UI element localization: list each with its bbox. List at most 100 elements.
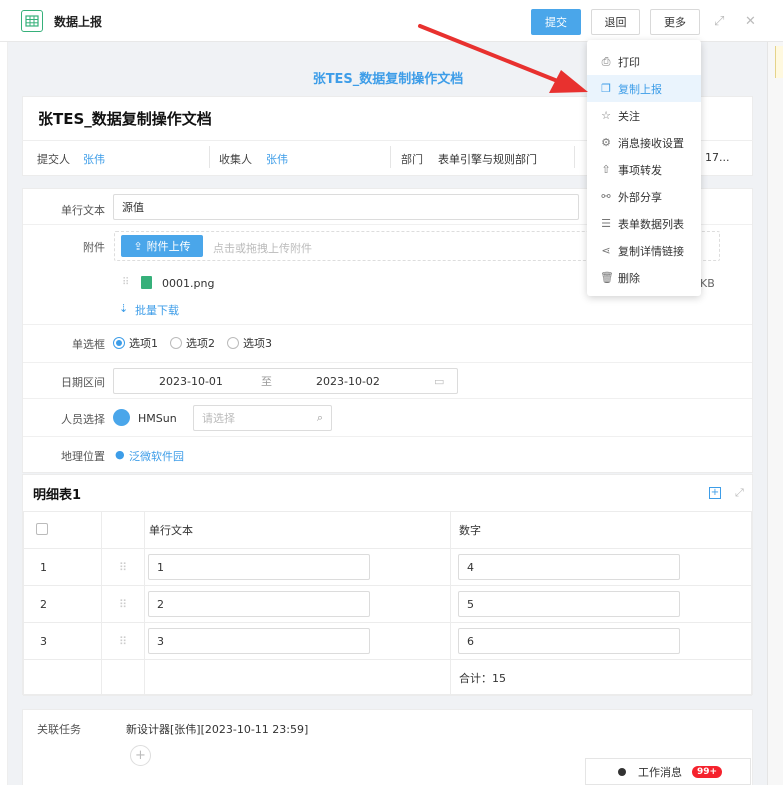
row-text-input[interactable]: 1 (148, 554, 370, 580)
submit-button[interactable]: 提交 (531, 9, 581, 35)
text-label: 单行文本 (61, 204, 105, 217)
row-number-input[interactable]: 4 (458, 554, 680, 580)
detail-table: 单行文本 数字 1 ⠿ 1 4 2 ⠿ 2 5 3 ⠿ 3 6 合计：15 (23, 511, 752, 696)
location-label: 地理位置 (61, 450, 105, 463)
drag-handle-icon[interactable]: ⠿ (101, 585, 145, 623)
add-row-icon[interactable]: + (709, 487, 721, 499)
dept-value: 表单引擎与规则部门 (438, 153, 537, 166)
menu-item-copy-link[interactable]: ⋖ 复制详情链接 (587, 237, 701, 264)
row-number-input[interactable]: 5 (458, 591, 680, 617)
left-edge (0, 42, 8, 785)
person-placeholder: 请选择 (202, 412, 235, 425)
location-pin-icon: ● (115, 448, 125, 461)
date-start: 2023-10-01 (159, 374, 223, 388)
row-number-input[interactable]: 6 (458, 628, 680, 654)
related-label: 关联任务 (37, 723, 81, 736)
row-text-input[interactable]: 3 (148, 628, 370, 654)
table-total-row: 合计：15 (23, 659, 752, 696)
date-partial: 17... (705, 151, 730, 164)
trash-icon: 🗑 (600, 271, 614, 284)
upload-label: 附件上传 (146, 240, 191, 253)
gear-icon: ⚙ (601, 136, 611, 149)
message-dot-icon (618, 767, 626, 776)
menu-item-message-settings[interactable]: ⚙ 消息接收设置 (587, 129, 701, 156)
menu-item-data-list[interactable]: ☰ 表单数据列表 (587, 210, 701, 237)
detail-title: 明细表1 (33, 488, 82, 503)
upload-hint: 点击或拖拽上传附件 (213, 242, 312, 255)
upload-icon: ⇪ (133, 239, 143, 253)
collector-label: 收集人 (219, 153, 252, 166)
printer-icon: ⎙ (601, 54, 611, 68)
person-name[interactable]: HMSun (138, 412, 177, 425)
download-icon[interactable]: ⇣ (119, 302, 128, 315)
person-search-input[interactable]: 请选择 ⌕ (193, 405, 332, 431)
top-bar: 数据上报 提交 退回 更多 ⤢ ✕ (0, 0, 783, 42)
menu-item-print[interactable]: ⎙ 打印 (587, 48, 701, 75)
row-index: 3 (23, 622, 102, 660)
total-value: 合计：15 (450, 659, 752, 696)
person-row: 人员选择 (23, 399, 752, 437)
date-label: 日期区间 (61, 376, 105, 389)
expand-icon[interactable]: ⤢ (714, 14, 724, 29)
batch-download-link[interactable]: 批量下载 (135, 302, 179, 318)
date-end: 2023-10-02 (316, 374, 380, 388)
radio-option-2[interactable]: 选项2 (170, 335, 215, 351)
column-header-text: 单行文本 (144, 511, 451, 549)
work-message-bar[interactable]: 工作消息 99+ (585, 758, 751, 785)
back-button[interactable]: 退回 (591, 9, 640, 35)
menu-item-forward[interactable]: ⇧ 事项转发 (587, 156, 701, 183)
submitter-link[interactable]: 张伟 (83, 151, 105, 167)
share-icon: ⚯ (601, 190, 611, 203)
calendar-icon: ▭ (434, 374, 445, 388)
card-title: 张TES_数据复制操作文档 (38, 110, 212, 128)
row-index: 2 (23, 585, 102, 623)
more-button[interactable]: 更多 (650, 9, 700, 35)
submitter-label: 提交人 (37, 153, 70, 166)
date-range-input[interactable]: 2023-10-01 至 2023-10-02 ▭ (113, 368, 458, 394)
copy-icon: ❐ (601, 82, 611, 95)
menu-item-copy-report[interactable]: ❐ 复制上报 (587, 75, 701, 102)
collector-link[interactable]: 张伟 (266, 151, 288, 167)
menu-item-follow[interactable]: ☆ 关注 (587, 102, 701, 129)
drag-handle-icon[interactable]: ⠿ (122, 277, 129, 288)
menu-item-delete[interactable]: 🗑 删除 (587, 264, 701, 291)
table-icon (21, 10, 43, 32)
upload-button[interactable]: ⇪ 附件上传 (121, 235, 203, 257)
close-icon[interactable]: ✕ (745, 14, 756, 29)
file-size: KB (700, 277, 715, 290)
app-title: 数据上报 (54, 15, 103, 29)
menu-item-external-share[interactable]: ⚯ 外部分享 (587, 183, 701, 210)
table-row: 3 ⠿ 3 6 (23, 622, 752, 660)
avatar (113, 409, 130, 426)
drag-handle-icon[interactable]: ⠿ (101, 548, 145, 586)
row-index: 1 (23, 548, 102, 586)
table-row: 2 ⠿ 2 5 (23, 585, 752, 623)
related-task-link[interactable]: 新设计器[张伟][2023-10-11 23:59] (126, 721, 308, 737)
radio-option-3[interactable]: 选项3 (227, 335, 272, 351)
date-separator: 至 (261, 375, 272, 388)
list-icon: ☰ (601, 217, 611, 230)
radio-option-1[interactable]: 选项1 (113, 335, 158, 351)
star-icon: ☆ (601, 109, 611, 122)
row-text-input[interactable]: 2 (148, 591, 370, 617)
radio-label: 单选框 (72, 338, 105, 351)
work-message-label: 工作消息 (638, 765, 682, 779)
file-name[interactable]: 0001.png (162, 277, 214, 290)
drag-handle-icon[interactable]: ⠿ (101, 622, 145, 660)
radio-group: 选项1 选项2 选项3 (113, 335, 284, 351)
add-related-icon[interactable]: + (130, 745, 151, 766)
dept-label: 部门 (401, 153, 423, 166)
text-input[interactable]: 源值 (113, 194, 579, 220)
search-icon: ⌕ (316, 411, 323, 424)
table-header-row: 单行文本 数字 (23, 511, 752, 549)
message-count-badge: 99+ (692, 765, 723, 778)
right-edge (767, 42, 783, 785)
location-link[interactable]: 泛微软件园 (129, 448, 184, 464)
column-header-number: 数字 (450, 511, 752, 549)
select-all-checkbox[interactable] (36, 522, 48, 535)
person-label: 人员选择 (61, 413, 105, 426)
image-file-icon (141, 276, 152, 289)
attachment-label: 附件 (83, 241, 105, 254)
fullscreen-icon[interactable]: ⤢ (735, 486, 744, 500)
table-row: 1 ⠿ 1 4 (23, 548, 752, 586)
